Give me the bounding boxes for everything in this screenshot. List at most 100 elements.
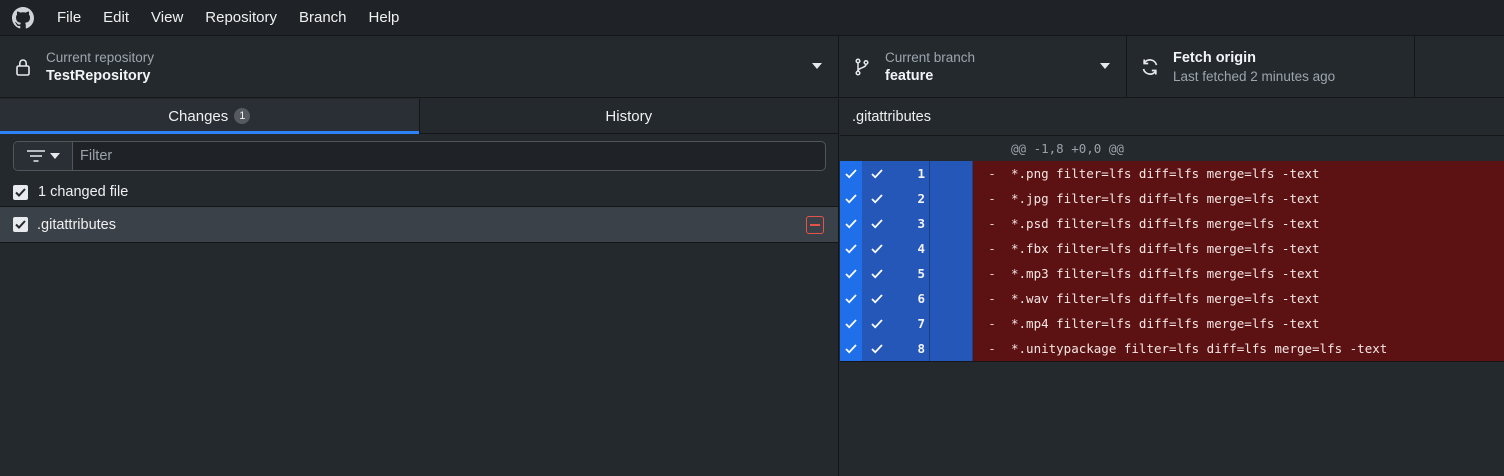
checkmark-icon <box>871 268 883 278</box>
old-line-gutter[interactable]: 3 <box>862 211 929 236</box>
new-line-gutter <box>929 286 973 311</box>
old-line-gutter[interactable]: 8 <box>862 336 929 361</box>
chevron-down-icon <box>50 153 60 159</box>
changed-files-count: 1 changed file <box>38 184 129 200</box>
diff-line[interactable]: 2 - *.jpg filter=lfs diff=lfs merge=lfs -t… <box>840 186 1504 211</box>
checkmark-icon <box>845 168 857 178</box>
select-all-checkbox[interactable] <box>13 184 28 200</box>
old-line-number: 1 <box>917 166 925 181</box>
changes-count-badge: 1 <box>234 108 251 124</box>
old-line-gutter[interactable]: 4 <box>862 236 929 261</box>
old-line-gutter[interactable]: 1 <box>862 161 929 186</box>
repository-selector[interactable]: Current repository TestRepository <box>0 36 839 98</box>
tab-changes-label: Changes <box>168 107 229 125</box>
menu-branch[interactable]: Branch <box>288 0 358 35</box>
old-line-gutter[interactable]: 5 <box>862 261 929 286</box>
diff-line[interactable]: 6 - *.wav filter=lfs diff=lfs merge=lfs -t… <box>840 286 1504 311</box>
deletion-marker: - <box>988 266 996 281</box>
new-line-gutter <box>929 336 973 361</box>
old-line-gutter[interactable]: 6 <box>862 286 929 311</box>
diff-line[interactable]: 3 - *.psd filter=lfs diff=lfs merge=lfs -t… <box>840 211 1504 236</box>
checkmark-icon <box>845 343 857 353</box>
line-select-toggle[interactable] <box>840 311 862 336</box>
deletion-marker: - <box>988 341 996 356</box>
diff-line[interactable]: 4 - *.fbx filter=lfs diff=lfs merge=lfs -t… <box>840 236 1504 261</box>
line-select-toggle[interactable] <box>840 336 862 361</box>
deletion-marker: - <box>988 216 996 231</box>
deletion-marker: - <box>988 291 996 306</box>
fetch-title: Fetch origin <box>1173 49 1256 66</box>
hunk-header: @@ -1,8 +0,0 @@ <box>840 136 1504 161</box>
deletion-marker: - <box>988 191 996 206</box>
line-select-toggle[interactable] <box>840 236 862 261</box>
checkmark-icon <box>845 193 857 203</box>
filter-icon <box>27 150 45 162</box>
checkmark-icon <box>15 220 26 229</box>
menu-file[interactable]: File <box>46 0 92 35</box>
menu-help[interactable]: Help <box>358 0 411 35</box>
changes-panel: Changes 1 History 1 changed file .gitatt… <box>0 99 839 476</box>
file-removed-icon <box>806 216 824 234</box>
diff-file-header: .gitattributes <box>840 99 1504 136</box>
diff-line[interactable]: 8 - *.unitypackage filter=lfs diff=lfs mer… <box>840 336 1504 361</box>
menu-view[interactable]: View <box>140 0 194 35</box>
old-line-number: 7 <box>917 316 925 331</box>
checkmark-icon <box>845 218 857 228</box>
diff-line-text: *.unitypackage filter=lfs diff=lfs merge… <box>1011 341 1388 356</box>
old-line-number: 6 <box>917 291 925 306</box>
checkmark-icon <box>871 243 883 253</box>
repository-caption: Current repository <box>46 49 155 65</box>
line-select-toggle[interactable] <box>840 211 862 236</box>
old-line-number: 4 <box>917 241 925 256</box>
branch-name: feature <box>885 67 934 84</box>
filter-box <box>13 141 826 171</box>
changed-file-row[interactable]: .gitattributes <box>0 207 838 243</box>
filter-options-button[interactable] <box>14 142 73 170</box>
checkmark-icon <box>871 218 883 228</box>
old-line-gutter[interactable]: 7 <box>862 311 929 336</box>
changed-files-summary: 1 changed file <box>0 178 838 207</box>
deletion-marker: - <box>988 166 996 181</box>
diff-bottom-border <box>840 361 1504 362</box>
old-line-gutter[interactable]: 2 <box>862 186 929 211</box>
chevron-down-icon <box>1100 63 1110 69</box>
chevron-down-icon <box>812 63 822 69</box>
tab-history-label: History <box>605 107 653 125</box>
tab-changes[interactable]: Changes 1 <box>0 99 419 134</box>
diff-line-text: *.fbx filter=lfs diff=lfs merge=lfs -tex… <box>1011 241 1320 256</box>
menu-repository[interactable]: Repository <box>194 0 288 35</box>
lock-icon <box>0 58 46 76</box>
diff-line-text: *.psd filter=lfs diff=lfs merge=lfs -tex… <box>1011 216 1320 231</box>
tab-history[interactable]: History <box>418 99 839 133</box>
checkmark-icon <box>845 293 857 303</box>
checkmark-icon <box>871 318 883 328</box>
menu-bar: File Edit View Repository Branch Help <box>0 0 1504 35</box>
line-select-toggle[interactable] <box>840 261 862 286</box>
diff-panel: .gitattributes @@ -1,8 +0,0 @@ 1- *.png f… <box>840 99 1504 476</box>
new-line-gutter <box>929 211 973 236</box>
fetch-origin-button[interactable]: Fetch origin Last fetched 2 minutes ago <box>1127 36 1415 98</box>
deletion-marker: - <box>988 316 996 331</box>
file-include-checkbox[interactable] <box>13 217 28 232</box>
old-line-number: 2 <box>917 191 925 206</box>
branch-selector[interactable]: Current branch feature <box>839 36 1127 98</box>
diff-line[interactable]: 1 - *.png filter=lfs diff=lfs merge=lfs -t… <box>840 161 1504 186</box>
hunk-gutter <box>840 136 973 161</box>
repository-name: TestRepository <box>46 67 151 84</box>
checkmark-icon <box>871 343 883 353</box>
line-select-toggle[interactable] <box>840 186 862 211</box>
diff-line[interactable]: 5 - *.mp3 filter=lfs diff=lfs merge=lfs -t… <box>840 261 1504 286</box>
menu-edit[interactable]: Edit <box>92 0 140 35</box>
hunk-header-text: @@ -1,8 +0,0 @@ <box>1011 141 1124 156</box>
new-line-gutter <box>929 161 973 186</box>
diff-line[interactable]: 7 - *.mp4 filter=lfs diff=lfs merge=lfs -t… <box>840 311 1504 336</box>
line-select-toggle[interactable] <box>840 161 862 186</box>
checkmark-icon <box>871 193 883 203</box>
line-select-toggle[interactable] <box>840 286 862 311</box>
diff-view: @@ -1,8 +0,0 @@ 1- *.png filter=lfs diff=… <box>840 136 1504 362</box>
old-line-number: 3 <box>917 216 925 231</box>
filter-input[interactable] <box>73 142 825 170</box>
new-line-gutter <box>929 236 973 261</box>
sync-icon <box>1127 57 1173 77</box>
github-icon <box>0 0 46 35</box>
